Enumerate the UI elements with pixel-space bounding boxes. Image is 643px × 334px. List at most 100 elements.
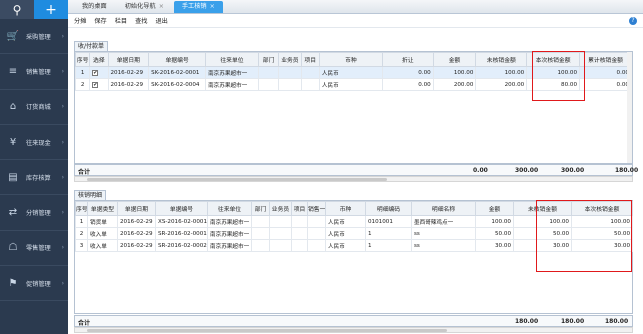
- tab-receipt-payment[interactable]: 收/付款单: [74, 41, 109, 51]
- toolbar-button[interactable]: 分摊: [74, 16, 86, 25]
- column-header[interactable]: 明细名称: [411, 201, 476, 216]
- column-header[interactable]: 序号: [75, 201, 88, 216]
- column-header[interactable]: 本次核销金额: [526, 52, 581, 67]
- column-header[interactable]: 折让: [381, 52, 434, 67]
- checkbox[interactable]: ✔: [92, 69, 99, 76]
- table-row[interactable]: 1 ✔ 2016-02-29 SK-2016-02-0001 南京苏果超市一 人民币 0.0…: [74, 66, 632, 79]
- money-icon: ¥: [9, 136, 17, 148]
- tab[interactable]: 我的桌面: [74, 1, 115, 13]
- column-header[interactable]: 序号: [74, 52, 91, 67]
- column-header[interactable]: 部门: [257, 52, 280, 67]
- column-header[interactable]: 金额: [432, 52, 477, 67]
- sidebar-item-label: 往来现金: [26, 139, 51, 147]
- sidebar-item-label: 库存核算: [26, 174, 51, 182]
- promo-icon: ⚑: [8, 277, 18, 289]
- table-cell: [251, 227, 270, 240]
- table-cell: 0.00: [579, 78, 632, 91]
- checkbox[interactable]: ✔: [92, 81, 99, 88]
- vertical-scrollbar[interactable]: [627, 52, 632, 163]
- sum-unverified: 300.00: [561, 167, 585, 174]
- table-cell: 人民币: [318, 78, 383, 91]
- sidebar-item-label: 促销管理: [26, 280, 51, 288]
- table-cell: 2016-02-29: [117, 215, 156, 228]
- column-header[interactable]: 销售一: [307, 201, 326, 216]
- sidebar-item-label: 销售管理: [26, 68, 51, 76]
- tab[interactable]: 初始化导航 ×: [117, 1, 172, 13]
- sidebar-item[interactable]: ≡ 销售管理 ›: [0, 54, 68, 90]
- table-row[interactable]: 2 ✔ 2016-02-29 SK-2016-02-0004 南京苏果超市一 人民币 0.0…: [74, 78, 632, 91]
- column-header[interactable]: 单据日期: [117, 201, 156, 216]
- help-icon[interactable]: ?: [629, 17, 637, 25]
- column-header[interactable]: 币种: [325, 201, 366, 216]
- table-cell: [251, 239, 270, 252]
- table-cell: 南京苏果超市一: [207, 239, 252, 252]
- column-header[interactable]: 项目: [291, 201, 308, 216]
- sidebar-item[interactable]: ⇄ 分销管理 ›: [0, 195, 68, 231]
- sidebar-item[interactable]: ⌂ 订货商城 ›: [0, 90, 68, 125]
- column-header[interactable]: 业务员: [278, 52, 302, 67]
- toolbar-button[interactable]: 栏目: [115, 16, 127, 25]
- column-header[interactable]: 单据类型: [87, 201, 118, 216]
- column-header[interactable]: 单据编号: [148, 52, 207, 67]
- column-header[interactable]: 单据日期: [107, 52, 150, 67]
- table-row[interactable]: 3 收入单 2016-02-29 SR-2016-02-0002 南京苏果超市一 人民币 1…: [75, 239, 633, 252]
- toolbar-button[interactable]: 退出: [156, 16, 168, 25]
- table-cell: XS-2016-02-0001: [155, 215, 208, 228]
- chevron-right-icon: ›: [61, 32, 64, 40]
- toolbar-button[interactable]: 保存: [94, 16, 106, 25]
- close-icon[interactable]: ×: [210, 3, 215, 10]
- table-row[interactable]: 1 销货单 2016-02-29 XS-2016-02-0001 南京苏果超市一 人民币 0…: [75, 215, 633, 228]
- table-cell: 3: [75, 239, 88, 252]
- toolbar-button[interactable]: 查找: [135, 16, 147, 25]
- sum-this-time: 180.00: [605, 318, 629, 325]
- table-cell: 2016-02-29: [107, 78, 150, 91]
- sidebar-item[interactable]: 🛒 采购管理 ›: [0, 19, 68, 55]
- column-header[interactable]: 往来单位: [205, 52, 259, 67]
- column-header[interactable]: 往来单位: [207, 201, 252, 216]
- table-cell: 200.00: [475, 78, 528, 91]
- column-header[interactable]: 未核销金额: [513, 201, 572, 216]
- chevron-right-icon: ›: [61, 103, 64, 111]
- column-header[interactable]: 金额: [475, 201, 514, 216]
- chevron-right-icon: ›: [61, 209, 64, 217]
- distribution-icon: ⇄: [8, 207, 18, 219]
- column-header[interactable]: 项目: [300, 52, 320, 67]
- sidebar: ⚲ + 🛒 采购管理 › ≡ 销售管理 › ⌂ 订货商城 › ¥ 往来现金 › ▤ 库存核算 › ⇄ 分销管理 ›…: [0, 0, 68, 334]
- column-header[interactable]: 未核销金额: [475, 52, 528, 67]
- table-cell: 2: [75, 227, 88, 240]
- table-cell: 0.00: [381, 66, 434, 79]
- sidebar-item[interactable]: ☖ 零售管理 ›: [0, 231, 68, 267]
- column-header[interactable]: 明细编码: [365, 201, 412, 216]
- table-cell: 1: [365, 227, 412, 240]
- column-header[interactable]: 本次核销金额: [571, 201, 633, 216]
- column-header[interactable]: 部门: [251, 201, 270, 216]
- chevron-right-icon: ›: [61, 138, 64, 146]
- column-header[interactable]: 业务员: [269, 201, 292, 216]
- horizontal-scrollbar[interactable]: [74, 327, 633, 333]
- table-cell: 50.00: [571, 227, 633, 240]
- column-header[interactable]: 单据编号: [155, 201, 208, 216]
- plus-icon[interactable]: +: [34, 0, 68, 19]
- table-cell: 100.00: [475, 215, 514, 228]
- tab-verification-detail[interactable]: 核销明细: [74, 190, 107, 200]
- sidebar-item[interactable]: ▤ 库存核算 ›: [0, 160, 68, 196]
- tab[interactable]: 手工核销 ×: [173, 1, 223, 13]
- table-row[interactable]: 2 收入单 2016-02-29 SR-2016-02-0001 南京苏果超市一 人民币 1…: [75, 227, 633, 240]
- column-header[interactable]: 累计核销金额: [579, 52, 632, 67]
- table-cell: 80.00: [526, 78, 581, 91]
- retail-icon: ☖: [8, 242, 18, 254]
- sidebar-item[interactable]: ¥ 往来现金 ›: [0, 125, 68, 161]
- table-cell: 0.00: [579, 66, 632, 79]
- table-cell: 南京苏果超市一: [205, 66, 259, 79]
- horizontal-scrollbar[interactable]: [74, 176, 633, 182]
- table-cell: [291, 239, 308, 252]
- close-icon[interactable]: ×: [159, 3, 164, 10]
- column-header[interactable]: 选择: [89, 52, 109, 67]
- sidebar-item[interactable]: ⚑ 促销管理 ›: [0, 266, 68, 302]
- search-icon[interactable]: ⚲: [0, 0, 34, 19]
- chevron-right-icon: ›: [61, 244, 64, 252]
- table-cell: 南京苏果超市一: [207, 215, 252, 228]
- table-cell: 30.00: [513, 239, 572, 252]
- column-header[interactable]: 币种: [318, 52, 383, 67]
- table-cell: [269, 239, 292, 252]
